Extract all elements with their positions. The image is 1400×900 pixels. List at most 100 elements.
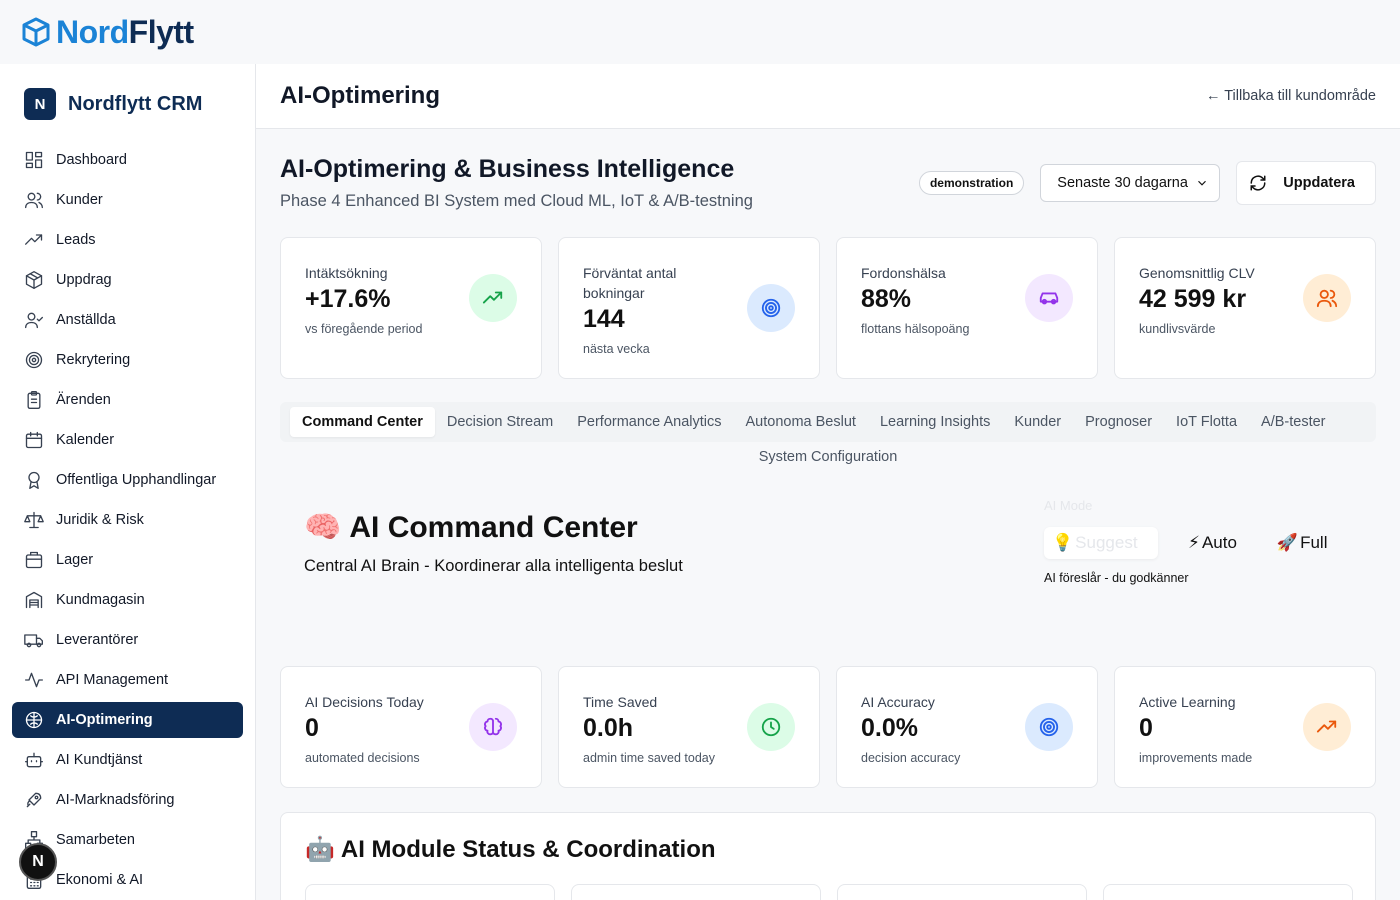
sidebar-item-leverantorer[interactable]: Leverantörer — [12, 622, 243, 658]
target-icon — [1025, 703, 1073, 751]
module-status-title: 🤖 AI Module Status & Coordination — [305, 835, 1351, 864]
activity-icon — [25, 672, 43, 688]
kpi-label: Intäktsökning — [305, 265, 388, 281]
tab-system-configuration[interactable]: System Configuration — [747, 442, 910, 472]
mode-label: Full — [1300, 533, 1328, 552]
module-status-card — [1103, 884, 1353, 900]
tab-prognoser[interactable]: Prognoser — [1073, 407, 1164, 437]
sidebar-item-label: AI-Marknadsföring — [56, 792, 175, 808]
section-tabs: Command Center Decision Stream Performan… — [280, 402, 1376, 442]
globe-brain-icon — [25, 711, 43, 729]
back-to-customer-link[interactable]: ← Tillbaka till kundområde — [1206, 88, 1376, 104]
kpi-label: AI Accuracy — [861, 694, 935, 710]
kpi-label: Fordonshälsa — [861, 265, 946, 281]
user-check-icon — [25, 312, 43, 329]
tab-learning-insights[interactable]: Learning Insights — [868, 407, 1002, 437]
mode-suggest-button[interactable]: 💡 Suggest — [1044, 527, 1158, 559]
sidebar-item-rekrytering[interactable]: Rekrytering — [12, 342, 243, 378]
tab-autonoma-beslut[interactable]: Autonoma Beslut — [734, 407, 868, 437]
sidebar-item-label: API Management — [56, 672, 169, 688]
award-icon — [28, 471, 40, 489]
sidebar-item-arenden[interactable]: Ärenden — [12, 382, 243, 418]
kpi-sub: admin time saved today — [583, 751, 716, 765]
sidebar-item-label: Leverantörer — [56, 632, 139, 648]
sidebar-item-ai-marknadsforing[interactable]: AI-Marknadsföring — [12, 782, 243, 818]
sidebar-item-label: Ärenden — [56, 392, 111, 408]
sidebar-item-leads[interactable]: Leads — [12, 222, 243, 258]
sidebar-item-label: Leads — [56, 232, 96, 248]
mode-full-button[interactable]: 🚀 Full — [1269, 527, 1338, 559]
kpi-sub: vs föregående period — [305, 322, 423, 336]
ai-kpi-card-time-saved: Time Saved 0.0h admin time saved today — [558, 666, 820, 788]
sidebar-item-label: Ekonomi & AI — [56, 872, 144, 888]
ai-kpi-cards: AI Decisions Today 0 automated decisions… — [280, 666, 1376, 788]
sidebar-item-anstallda[interactable]: Anställda — [12, 302, 243, 338]
kpi-sub: automated decisions — [305, 751, 420, 765]
kpi-label: Förväntat antal bokningar — [583, 265, 677, 301]
period-select[interactable]: Senaste 30 dagarna — [1040, 164, 1221, 202]
bi-title: AI-Optimering & Business Intelligence — [280, 155, 735, 183]
lightbulb-icon: 💡 — [1052, 533, 1074, 552]
cube-logo-icon — [22, 17, 50, 47]
mode-label: Auto — [1201, 533, 1237, 552]
kpi-card-revenue: Intäktsökning +17.6% vs föregående perio… — [280, 237, 542, 379]
bi-controls: demonstration Senaste 30 dagarna Uppdate… — [918, 161, 1376, 205]
ai-kpi-card-learning: Active Learning 0 improvements made — [1114, 666, 1376, 788]
sidebar-item-api-management[interactable]: API Management — [12, 662, 243, 698]
kpi-cards: Intäktsökning +17.6% vs föregående perio… — [280, 237, 1376, 379]
sidebar-item-kundmagasin[interactable]: Kundmagasin — [12, 582, 243, 618]
sidebar-item-kunder[interactable]: Kunder — [12, 182, 243, 218]
tab-command-center[interactable]: Command Center — [290, 407, 435, 437]
trend-icon — [25, 234, 43, 245]
command-center: 🧠 AI Command Center Central AI Brain - K… — [280, 484, 1376, 644]
kpi-label: Active Learning — [1139, 694, 1236, 710]
refresh-button-label: Uppdatera — [1283, 175, 1355, 191]
sidebar: N Nordflytt CRM Dashboard Kunder Leads U… — [0, 64, 256, 900]
ai-kpi-card-decisions: AI Decisions Today 0 automated decisions — [280, 666, 542, 788]
brain-emoji-icon: 🧠 — [304, 511, 342, 544]
sidebar-item-uppdrag[interactable]: Uppdrag — [12, 262, 243, 298]
tab-kunder[interactable]: Kunder — [1002, 407, 1073, 437]
refresh-button[interactable]: Uppdatera — [1236, 161, 1376, 205]
page-title: AI-Optimering — [280, 82, 440, 109]
main-content: AI-Optimering & Business Intelligence Ph… — [256, 129, 1400, 900]
module-status-card — [837, 884, 1087, 900]
sidebar-item-dashboard[interactable]: Dashboard — [12, 142, 243, 178]
sidebar-item-label: Kundmagasin — [56, 592, 145, 608]
dev-tools-badge[interactable]: N — [19, 843, 57, 881]
rocket-emoji-icon: 🚀 — [1276, 533, 1299, 552]
kpi-label: Genomsnittlig CLV — [1139, 265, 1255, 281]
brain-icon — [469, 703, 517, 751]
kpi-sub: decision accuracy — [861, 751, 961, 765]
brand-logo[interactable]: NordFlytt — [22, 14, 194, 51]
brand-bar: NordFlytt — [0, 0, 1400, 64]
lightning-icon: ⚡ — [1188, 533, 1200, 552]
ai-kpi-card-accuracy: AI Accuracy 0.0% decision accuracy — [836, 666, 1098, 788]
sidebar-item-label: Samarbeten — [56, 832, 135, 848]
dashboard-icon — [25, 151, 43, 169]
rocket-icon — [26, 792, 42, 808]
sidebar-item-juridik[interactable]: Juridik & Risk — [12, 502, 243, 538]
module-status-card — [305, 884, 555, 900]
tab-ab-tester[interactable]: A/B-tester — [1249, 407, 1337, 437]
kpi-sub: nästa vecka — [583, 342, 650, 356]
sidebar-item-ai-optimering[interactable]: AI-Optimering — [12, 702, 243, 738]
tab-iot-flotta[interactable]: IoT Flotta — [1164, 407, 1249, 437]
command-center-title-text: AI Command Center — [349, 510, 638, 544]
tab-performance-analytics[interactable]: Performance Analytics — [565, 407, 733, 437]
sidebar-item-upphandlingar[interactable]: Offentliga Upphandlingar — [12, 462, 243, 498]
mode-label: Suggest — [1075, 533, 1138, 552]
kpi-sub: improvements made — [1139, 751, 1253, 765]
sidebar-item-kalender[interactable]: Kalender — [12, 422, 243, 458]
truck-icon — [24, 634, 43, 648]
bot-icon — [25, 752, 43, 768]
sidebar-item-ai-kundtjanst[interactable]: AI Kundtjänst — [12, 742, 243, 778]
tab-decision-stream[interactable]: Decision Stream — [435, 407, 565, 437]
robot-emoji-icon: 🤖 — [305, 836, 335, 863]
car-icon — [1025, 274, 1073, 322]
sidebar-item-label: Kalender — [56, 432, 115, 448]
sidebar-item-lager[interactable]: Lager — [12, 542, 243, 578]
mode-auto-button[interactable]: ⚡ Auto — [1180, 527, 1247, 559]
command-center-subtitle: Central AI Brain - Koordinerar alla inte… — [304, 557, 683, 575]
sidebar-item-label: Rekrytering — [56, 352, 131, 368]
